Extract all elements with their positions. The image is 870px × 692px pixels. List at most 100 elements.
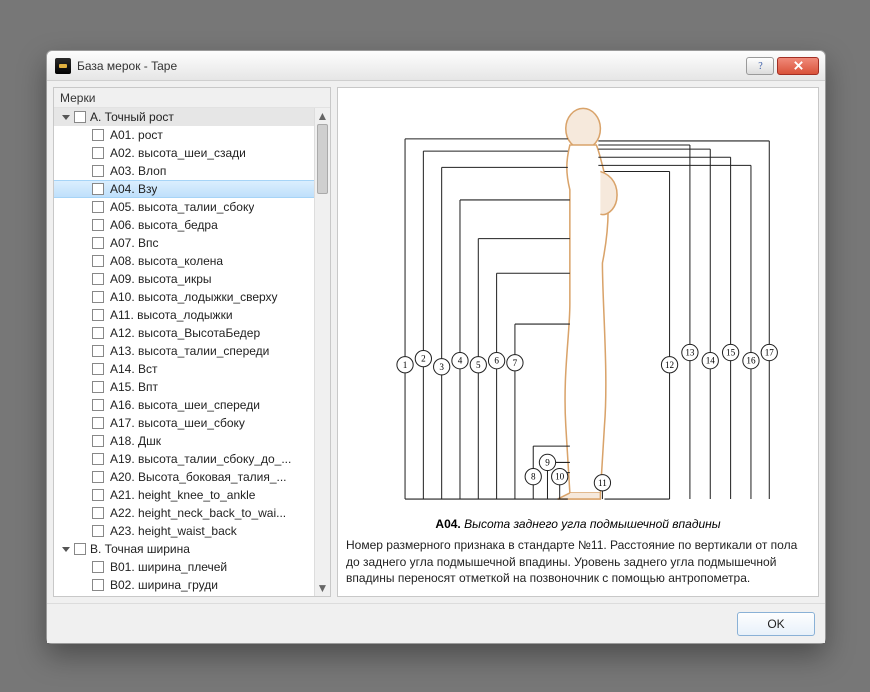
scroll-down-icon[interactable]: ▼ [315,580,330,596]
checkbox[interactable] [92,291,104,303]
marker-number: 13 [685,348,695,358]
dialog-window: База мерок - Tape ? Мерки A. Точный рост… [46,50,826,644]
tree-item[interactable]: A22. height_neck_back_to_wai... [54,504,314,522]
tree-item[interactable]: A08. высота_колена [54,252,314,270]
tree-item[interactable]: A12. высота_ВысотаБедер [54,324,314,342]
checkbox[interactable] [92,453,104,465]
checkbox[interactable] [92,507,104,519]
item-label: A11. высота_лодыжки [110,308,233,322]
ok-button[interactable]: OK [737,612,815,636]
checkbox[interactable] [92,435,104,447]
item-label: A06. высота_бедра [110,218,218,232]
tree-group[interactable]: B. Точная ширина [54,540,314,558]
item-label: A02. высота_шеи_сзади [110,146,246,160]
item-label: A19. высота_талии_сбоку_до_... [110,452,291,466]
checkbox[interactable] [92,417,104,429]
checkbox[interactable] [92,273,104,285]
marker-number: 8 [531,472,536,482]
checkbox[interactable] [92,345,104,357]
group-label: A. Точный рост [90,110,174,124]
checkbox[interactable] [92,489,104,501]
tree-item[interactable]: A10. высота_лодыжки_сверху [54,288,314,306]
titlebar[interactable]: База мерок - Tape ? [47,51,825,81]
app-icon [55,58,71,74]
item-label: A16. высота_шеи_спереди [110,398,260,412]
tree-item[interactable]: A09. высота_икры [54,270,314,288]
checkbox[interactable] [74,111,86,123]
tree-item[interactable]: A19. высота_талии_сбоку_до_... [54,450,314,468]
marker-number: 4 [458,356,463,366]
measurement-tree[interactable]: A. Точный рост A01. рост A02. высота_шеи_с… [54,108,314,596]
tree-item[interactable]: A18. Дшк [54,432,314,450]
marker-number: 12 [665,360,675,370]
tree-item[interactable]: A20. Высота_боковая_талия_... [54,468,314,486]
checkbox[interactable] [92,237,104,249]
tree-item[interactable]: A11. высота_лодыжки [54,306,314,324]
help-button[interactable]: ? [746,57,774,75]
tree-item[interactable]: A03. Влоп [54,162,314,180]
checkbox[interactable] [92,363,104,375]
item-label: A12. высота_ВысотаБедер [110,326,260,340]
tree-item[interactable]: A07. Впс [54,234,314,252]
marker-number: 17 [765,348,775,358]
tree-item[interactable]: A13. высота_талии_спереди [54,342,314,360]
marker-number: 3 [439,362,444,372]
ok-button-label: OK [767,617,784,631]
marker-number: 11 [598,478,607,488]
tree-scrollbar[interactable]: ▲ ▼ [314,108,330,596]
item-label: A17. высота_шеи_сбоку [110,416,245,430]
marker-number: 10 [555,472,565,482]
marker-number: 7 [513,358,518,368]
checkbox[interactable] [92,129,104,141]
item-label: A05. высота_талии_сбоку [110,200,254,214]
tree-item[interactable]: B03. ширина_талии [54,594,314,596]
close-button[interactable] [777,57,819,75]
tree-item[interactable]: B02. ширина_груди [54,576,314,594]
item-label: A09. высота_икры [110,272,212,286]
item-label: A22. height_neck_back_to_wai... [110,506,286,520]
checkbox[interactable] [92,147,104,159]
tree-item[interactable]: A04. Взу [54,180,314,198]
tree-item[interactable]: A06. высота_бедра [54,216,314,234]
tree-item[interactable]: A01. рост [54,126,314,144]
dialog-footer: OK [47,603,825,643]
checkbox[interactable] [92,561,104,573]
checkbox[interactable] [92,471,104,483]
tree-item[interactable]: A23. height_waist_back [54,522,314,540]
item-label: B01. ширина_плечей [110,560,227,574]
checkbox[interactable] [92,309,104,321]
tree-item[interactable]: A17. высота_шеи_сбоку [54,414,314,432]
panel-label: Мерки [54,88,330,108]
checkbox[interactable] [92,399,104,411]
item-label: A18. Дшк [110,434,161,448]
scroll-up-icon[interactable]: ▲ [315,108,330,124]
scrollbar-thumb[interactable] [317,124,328,194]
checkbox[interactable] [92,219,104,231]
tree-item[interactable]: B01. ширина_плечей [54,558,314,576]
checkbox[interactable] [92,201,104,213]
checkbox[interactable] [74,543,86,555]
left-panel: Мерки A. Точный рост A01. рост A02. высота… [53,87,331,597]
checkbox[interactable] [92,327,104,339]
checkbox[interactable] [92,183,104,195]
right-panel: 1234567891011121314151617 A04. Высота за… [337,87,819,597]
item-label: A15. Впт [110,380,158,394]
tree-item[interactable]: A21. height_knee_to_ankle [54,486,314,504]
checkbox[interactable] [92,165,104,177]
checkbox[interactable] [92,579,104,591]
tree-item[interactable]: A02. высота_шеи_сзади [54,144,314,162]
group-label: B. Точная ширина [90,542,190,556]
item-label: A14. Вст [110,362,158,376]
tree-item[interactable]: A16. высота_шеи_спереди [54,396,314,414]
tree-item[interactable]: A15. Впт [54,378,314,396]
tree-item[interactable]: A14. Вст [54,360,314,378]
checkbox[interactable] [92,255,104,267]
marker-number: 5 [476,360,481,370]
tree-group[interactable]: A. Точный рост [54,108,314,126]
checkbox[interactable] [92,381,104,393]
caret-down-icon [62,547,70,552]
tree-item[interactable]: A05. высота_талии_сбоку [54,198,314,216]
item-label: A08. высота_колена [110,254,223,268]
checkbox[interactable] [92,525,104,537]
item-label: A07. Впс [110,236,159,250]
